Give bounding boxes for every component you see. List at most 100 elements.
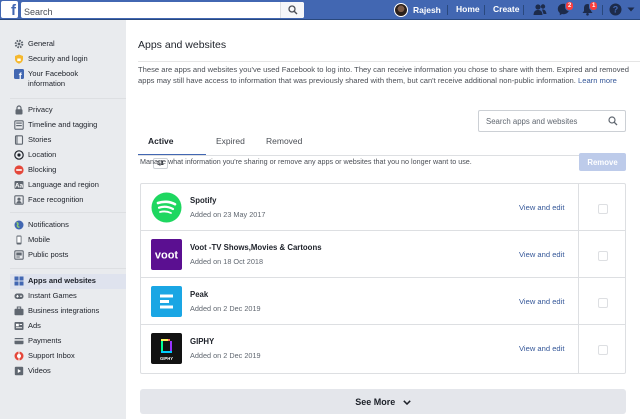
top-navigation-bar: f Rajesh Home Create 2	[0, 0, 640, 20]
facebook-logo[interactable]: f	[1, 1, 18, 18]
sidebar-item-security-and-login[interactable]: Security and login	[10, 52, 128, 67]
search-apps-input[interactable]	[479, 111, 597, 132]
app-list: Spotify Added on 23 May 2017 View and ed…	[140, 183, 626, 374]
nav-divider	[602, 5, 603, 15]
tab-label: Expired	[216, 136, 245, 146]
sidebar-item-notifications[interactable]: Notifications	[10, 218, 128, 233]
tab-active[interactable]: Active11	[148, 130, 174, 169]
app-name[interactable]: Spotify	[190, 196, 216, 205]
app-name[interactable]: Voot -TV Shows,Movies & Cartoons	[190, 243, 322, 252]
app-select-checkbox[interactable]	[598, 251, 608, 261]
app-select-checkbox[interactable]	[598, 204, 608, 214]
sidebar-item-mobile[interactable]: Mobile	[10, 233, 128, 248]
profile-link[interactable]: Rajesh	[394, 2, 441, 18]
global-search-input[interactable]	[21, 4, 276, 20]
sidebar-item-support-inbox[interactable]: Support Inbox	[10, 349, 128, 364]
app-row-spotify: Spotify Added on 23 May 2017 View and ed…	[141, 184, 625, 231]
lock-icon	[15, 105, 23, 115]
sidebar-item-label: Support Inbox	[28, 351, 75, 360]
support-inbox-icon	[14, 351, 24, 361]
tab-removed[interactable]: Removed	[266, 130, 302, 156]
sidebar-item-face-recognition[interactable]: Face recognition	[10, 193, 128, 208]
home-link[interactable]: Home	[456, 4, 480, 14]
ads-icon	[14, 322, 24, 330]
business-icon	[14, 306, 24, 316]
public-posts-icon	[14, 250, 24, 260]
sidebar-group-account: General Security and login f Your Facebo…	[10, 37, 128, 93]
sidebar-item-payments[interactable]: Payments	[10, 334, 128, 349]
app-name[interactable]: GIPHY	[190, 337, 214, 346]
sidebar-item-videos[interactable]: Videos	[10, 364, 128, 379]
peak-icon	[151, 286, 182, 317]
sidebar-item-instant-games[interactable]: Instant Games	[10, 289, 128, 304]
sidebar-item-public-posts[interactable]: Public posts	[10, 248, 128, 263]
sidebar-item-location[interactable]: Location	[10, 148, 128, 163]
description-text: These are apps and websites you've used …	[138, 65, 629, 85]
view-and-edit-link[interactable]: View and edit	[519, 203, 564, 212]
sidebar-item-label: Timeline and tagging	[28, 120, 98, 129]
sidebar-item-label: Public posts	[28, 250, 69, 259]
chevron-down-icon	[403, 399, 411, 405]
sidebar-item-timeline-and-tagging[interactable]: Timeline and tagging	[10, 118, 128, 133]
svg-text:?: ?	[613, 5, 619, 15]
sidebar-group-privacy: Privacy Timeline and tagging Stories Loc…	[10, 103, 128, 208]
facebook-icon: f	[14, 69, 24, 79]
sidebar-item-label: Face recognition	[28, 195, 84, 204]
sidebar-item-general[interactable]: General	[10, 37, 128, 52]
app-added-date: Added on 23 May 2017	[190, 210, 266, 219]
learn-more-link[interactable]: Learn more	[578, 76, 617, 85]
sidebar-item-stories[interactable]: Stories	[10, 133, 128, 148]
apps-icon	[14, 276, 24, 286]
view-and-edit-link[interactable]: View and edit	[519, 297, 564, 306]
sidebar-item-privacy[interactable]: Privacy	[10, 103, 128, 118]
sidebar-item-label: Notifications	[28, 220, 69, 229]
sidebar-item-label: Blocking	[28, 165, 57, 174]
global-search	[21, 2, 304, 20]
sidebar-item-language-and-region[interactable]: Aa Language and region	[10, 178, 128, 193]
sidebar-item-label: Mobile	[28, 235, 51, 244]
app-added-date: Added on 2 Dec 2019	[190, 351, 261, 360]
sidebar-item-label: Location	[28, 150, 57, 159]
friend-requests-icon[interactable]	[533, 3, 547, 16]
sidebar-item-business-integrations[interactable]: Business integrations	[10, 304, 128, 319]
globe-icon	[14, 220, 24, 230]
view-and-edit-link[interactable]: View and edit	[519, 250, 564, 259]
sidebar-item-your-facebook-information[interactable]: f Your Facebook information	[10, 67, 128, 93]
app-select-checkbox[interactable]	[598, 298, 608, 308]
avatar	[394, 3, 408, 17]
nav-divider	[447, 5, 448, 15]
notifications-button[interactable]: 1	[581, 1, 599, 17]
view-and-edit-link[interactable]: View and edit	[519, 344, 564, 353]
sidebar-item-ads[interactable]: Ads	[10, 319, 128, 334]
sidebar-item-label: Videos	[28, 366, 51, 375]
sidebar-divider	[10, 98, 126, 99]
sidebar-group-apps: Apps and websites Instant Games Business…	[10, 274, 128, 379]
videos-icon	[14, 366, 24, 376]
sidebar-item-label: Apps and websites	[28, 276, 96, 285]
svg-text:Aa: Aa	[15, 183, 24, 190]
see-more-button[interactable]: See More	[140, 389, 626, 414]
sidebar-item-blocking[interactable]: Blocking	[10, 163, 128, 178]
page-description: These are apps and websites you've used …	[138, 64, 638, 86]
app-select-checkbox[interactable]	[598, 345, 608, 355]
chevron-down-icon[interactable]	[627, 7, 635, 13]
search-button[interactable]	[280, 2, 304, 18]
remove-button[interactable]: Remove	[579, 153, 626, 171]
search-icon[interactable]	[608, 116, 618, 126]
profile-name: Rajesh	[413, 5, 441, 15]
sidebar-item-label: Payments	[28, 336, 62, 345]
tab-expired[interactable]: Expired	[216, 130, 245, 156]
search-icon	[288, 5, 298, 15]
help-icon[interactable]: ?	[609, 3, 622, 16]
games-icon	[14, 293, 24, 299]
see-more-label: See More	[355, 396, 396, 407]
create-link[interactable]: Create	[493, 4, 519, 14]
apps-and-websites-panel: Apps and websites These are apps and web…	[126, 20, 640, 419]
sidebar-item-apps-and-websites[interactable]: Apps and websites	[10, 274, 128, 289]
sidebar-item-label: Ads	[28, 321, 41, 330]
app-name[interactable]: Peak	[190, 290, 208, 299]
payments-icon	[14, 338, 24, 345]
messenger-button[interactable]: 2	[557, 1, 575, 17]
row-divider	[578, 325, 579, 373]
messages-count-badge: 2	[565, 1, 575, 11]
